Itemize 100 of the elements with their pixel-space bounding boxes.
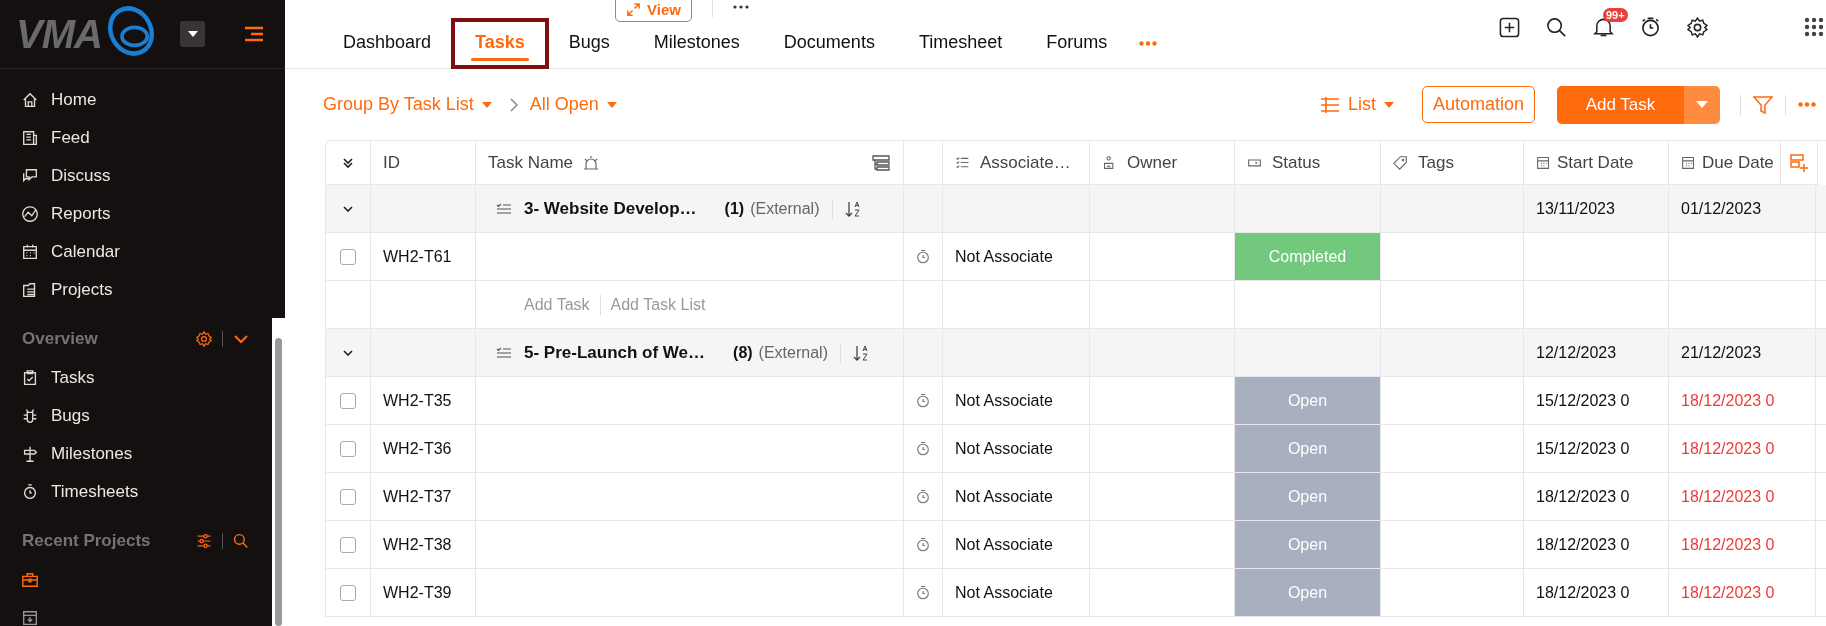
caret-icon <box>606 101 617 108</box>
settings-icon[interactable] <box>196 331 212 347</box>
stopwatch-icon[interactable] <box>1640 16 1661 38</box>
layers-icon[interactable] <box>871 153 891 172</box>
column-header[interactable]: Associate… <box>980 152 1071 173</box>
scrollbar[interactable] <box>272 318 285 626</box>
double-chevron-icon[interactable] <box>342 156 354 169</box>
sort-icon[interactable] <box>844 199 861 218</box>
start-date: 18/12/2023 0 <box>1536 487 1630 506</box>
start-date: 18/12/2023 0 <box>1536 583 1630 602</box>
start-date: 15/12/2023 0 <box>1536 439 1630 458</box>
add-column-icon[interactable] <box>1789 152 1809 173</box>
task-count: (8) <box>733 343 753 362</box>
siren-icon <box>583 154 600 171</box>
nav-item[interactable]: Tasks <box>0 359 271 397</box>
task-list-title[interactable]: 3- Website Develop… <box>524 198 697 219</box>
caret-icon <box>481 101 492 108</box>
association-text: Not Associate <box>955 583 1053 602</box>
sort-icon[interactable] <box>852 343 869 362</box>
nav-item[interactable]: Timesheets <box>0 473 271 511</box>
column-header[interactable]: Due Date <box>1702 152 1774 173</box>
task-id[interactable]: WH2-T38 <box>383 535 452 554</box>
nav-item[interactable]: Home <box>0 81 285 119</box>
caret-icon <box>186 30 199 38</box>
due-date: 18/12/2023 0 <box>1681 583 1775 602</box>
nav-item[interactable]: Feed <box>0 119 285 157</box>
dropdown-button[interactable] <box>180 21 205 47</box>
calendar-icon <box>1536 155 1551 170</box>
scope-label: (External) <box>758 343 828 362</box>
due-date: 01/12/2023 <box>1681 199 1762 218</box>
task-id[interactable]: WH2-T39 <box>383 583 452 602</box>
chevron-down-icon[interactable] <box>233 334 249 344</box>
caret-icon <box>1696 101 1708 108</box>
chevron-right-icon <box>509 97 518 112</box>
start-date: 15/12/2023 0 <box>1536 391 1630 410</box>
expand-arrows-icon <box>626 2 641 17</box>
section-title: Overview <box>22 329 98 349</box>
chat-icon <box>21 167 39 185</box>
association-text: Not Associate <box>955 391 1053 410</box>
newspaper-icon <box>21 129 39 147</box>
sliders-icon[interactable] <box>196 533 212 549</box>
task-id[interactable]: WH2-T37 <box>383 487 452 506</box>
scope-label: (External) <box>750 199 820 218</box>
search-icon[interactable] <box>1546 16 1567 38</box>
due-date: 18/12/2023 0 <box>1681 391 1775 410</box>
start-date: 13/11/2023 <box>1536 199 1615 218</box>
row-checkbox[interactable] <box>340 584 356 601</box>
nav-item[interactable]: Discuss <box>0 157 285 195</box>
bug-icon <box>21 407 39 425</box>
row-checkbox[interactable] <box>340 248 356 265</box>
archive-box-icon[interactable] <box>21 609 39 626</box>
calendar-icon <box>21 243 39 261</box>
column-header[interactable]: ID <box>383 152 400 173</box>
start-date: 12/12/2023 <box>1536 343 1617 362</box>
clipboard-check-icon <box>21 369 39 387</box>
caret-icon <box>1383 101 1394 108</box>
start-date: 18/12/2023 0 <box>1536 535 1630 554</box>
due-date: 18/12/2023 0 <box>1681 487 1775 506</box>
column-header[interactable]: Owner <box>1127 152 1178 173</box>
task-id[interactable]: WH2-T36 <box>383 439 452 458</box>
nav-item[interactable]: Projects <box>0 271 285 309</box>
home-icon <box>21 91 39 109</box>
signpost-icon <box>21 445 39 463</box>
nav-item[interactable]: Reports <box>0 195 285 233</box>
nav-item[interactable]: Bugs <box>0 397 271 435</box>
brand-logo: VMA <box>16 4 166 64</box>
due-date: 18/12/2023 0 <box>1681 535 1775 554</box>
task-list-title[interactable]: 5- Pre-Launch of We… <box>524 342 706 363</box>
association-text: Not Associate <box>955 487 1053 506</box>
nav-item[interactable]: Calendar <box>0 233 285 271</box>
filter-icon[interactable] <box>1753 94 1773 115</box>
more-icon[interactable] <box>732 5 749 9</box>
task-list-icon <box>496 201 512 216</box>
task-id[interactable]: WH2-T35 <box>383 391 452 410</box>
apps-grid-icon[interactable] <box>1804 17 1824 37</box>
column-header[interactable]: Start Date <box>1557 152 1634 173</box>
notification-badge: 99+ <box>1603 8 1628 22</box>
row-checkbox[interactable] <box>340 392 356 409</box>
menu-icon[interactable] <box>243 26 265 42</box>
column-header[interactable]: Task Name <box>488 152 574 173</box>
add-icon[interactable] <box>1499 16 1520 38</box>
row-checkbox[interactable] <box>340 488 356 505</box>
column-header[interactable]: Status <box>1272 152 1321 173</box>
checklist-icon <box>955 155 970 170</box>
task-count: (1) <box>724 199 745 218</box>
section-title: Recent Projects <box>22 531 151 551</box>
column-header[interactable]: Tags <box>1418 152 1454 173</box>
briefcase-icon[interactable] <box>21 571 39 589</box>
association-text: Not Associate <box>955 535 1053 554</box>
task-list-icon <box>496 345 512 360</box>
search-icon[interactable] <box>233 533 249 549</box>
task-id[interactable]: WH2-T61 <box>383 247 452 266</box>
list-icon <box>1319 95 1340 114</box>
tag-icon <box>1393 155 1408 170</box>
row-checkbox[interactable] <box>340 440 356 457</box>
nav-item[interactable]: Milestones <box>0 435 271 473</box>
calendar-icon <box>1681 155 1696 170</box>
row-checkbox[interactable] <box>340 536 356 553</box>
settings-icon[interactable] <box>1687 16 1708 38</box>
association-text: Not Associate <box>955 439 1053 458</box>
